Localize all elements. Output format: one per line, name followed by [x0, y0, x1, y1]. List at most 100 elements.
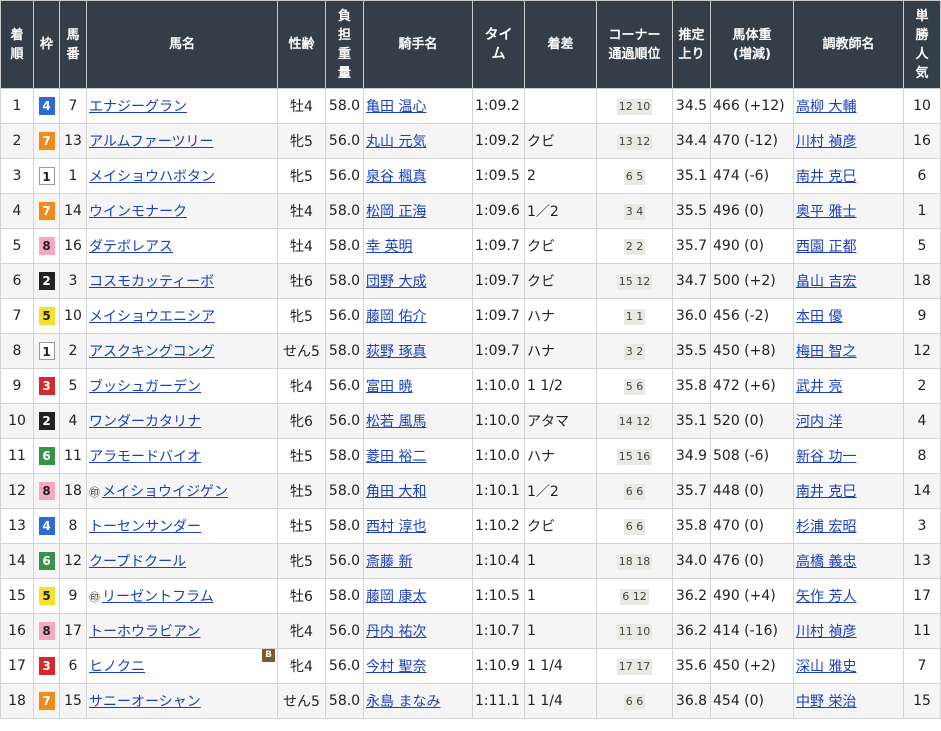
horse-name-link[interactable]: メイショウハボタン — [89, 169, 215, 185]
body-weight-cell: 472 (+6) — [710, 368, 794, 404]
jockey-link[interactable]: 富田 暁 — [366, 379, 412, 395]
weight-cell: 56.0 — [325, 123, 364, 159]
header-jockey: 騎手名 — [363, 0, 473, 89]
waku-badge: 2 — [38, 272, 55, 290]
horse-name-link[interactable]: クープドクール — [89, 554, 186, 570]
jockey-link[interactable]: 角田 大和 — [366, 484, 426, 500]
trainer-link[interactable]: 西園 正都 — [796, 239, 856, 255]
rank-cell: 12 — [0, 473, 34, 509]
jockey-link[interactable]: 亀田 温心 — [366, 99, 426, 115]
jockey-link[interactable]: 今村 聖奈 — [366, 659, 426, 675]
margin-cell: クビ — [524, 508, 597, 544]
horse-name-link[interactable]: アルムファーツリー — [89, 134, 213, 150]
horse-name-cell: メイショウエニシア — [86, 298, 278, 334]
trainer-link[interactable]: 河内 洋 — [796, 414, 842, 430]
trainer-link[interactable]: 武井 亮 — [796, 379, 842, 395]
time-cell: 1:10.4 — [472, 543, 525, 579]
jockey-link[interactable]: 泉谷 楓真 — [366, 169, 426, 185]
rank-cell: 7 — [0, 298, 34, 334]
margin-cell: 1／2 — [524, 193, 597, 229]
trainer-link[interactable]: 矢作 芳人 — [796, 589, 856, 605]
weight-cell: 56.0 — [325, 543, 364, 579]
time-cell: 1:09.7 — [472, 263, 525, 299]
rank-cell: 8 — [0, 333, 34, 369]
waku-badge: 1 — [38, 342, 55, 360]
sex-age-cell: 牝4 — [277, 368, 326, 404]
trainer-link[interactable]: 川村 禎彦 — [796, 624, 856, 640]
trainer-link[interactable]: 川村 禎彦 — [796, 134, 856, 150]
corner-cell: 12 10 — [596, 88, 673, 124]
horse-name-link[interactable]: リーゼントフラム — [102, 589, 214, 605]
jockey-link[interactable]: 丸山 元気 — [366, 134, 426, 150]
horse-name-link[interactable]: アスクキングコング — [89, 344, 215, 360]
jockey-link[interactable]: 荻野 琢真 — [366, 344, 426, 360]
trainer-link[interactable]: 高柳 大輔 — [796, 99, 856, 115]
jockey-link[interactable]: 永島 まなみ — [366, 694, 440, 710]
popularity-cell: 17 — [903, 578, 941, 614]
horse-name-link[interactable]: アラモードバイオ — [89, 449, 201, 465]
corner-order: 12 10 — [616, 98, 653, 115]
horse-name-link[interactable]: メイショウイジゲン — [102, 484, 228, 500]
trainer-link[interactable]: 畠山 吉宏 — [796, 274, 856, 290]
umaban-cell: 1 — [59, 158, 87, 194]
horse-name-link[interactable]: ダテボレアス — [89, 239, 173, 255]
table-row: 12 8 18 ㊞メイショウイジゲン 牡5 58.0 角田 大和 1:10.1 1／2 6 6 35… — [0, 473, 941, 509]
horse-name-link[interactable]: コスモカッティーボ — [89, 274, 214, 290]
jockey-link[interactable]: 菱田 裕二 — [366, 449, 426, 465]
popularity-cell: 2 — [903, 368, 941, 404]
sex-age-cell: 牝4 — [277, 613, 326, 649]
trainer-link[interactable]: 深山 雅史 — [796, 659, 856, 675]
trainer-cell: 畠山 吉宏 — [793, 263, 904, 299]
waku-cell: 6 — [33, 543, 60, 579]
weight-cell: 56.0 — [325, 613, 364, 649]
horse-name-link[interactable]: ワンダーカタリナ — [89, 414, 201, 430]
jockey-link[interactable]: 松岡 正海 — [366, 204, 426, 220]
table-row: 17 3 6 ヒノクニ B 牝4 56.0 今村 聖奈 1:10.9 1 1/4 17 17 35.6… — [0, 648, 941, 684]
jockey-link[interactable]: 丹内 祐次 — [366, 624, 426, 640]
horse-name-link[interactable]: ヒノクニ — [89, 659, 145, 675]
jockey-link[interactable]: 藤岡 佑介 — [366, 309, 426, 325]
header-corner: コーナー通過順位 — [596, 0, 673, 89]
jockey-link[interactable]: 斎藤 新 — [366, 554, 412, 570]
jockey-link[interactable]: 藤岡 康太 — [366, 589, 426, 605]
trainer-link[interactable]: 新谷 功一 — [796, 449, 856, 465]
jockey-link[interactable]: 団野 大成 — [366, 274, 426, 290]
horse-name-link[interactable]: サニーオーシャン — [89, 694, 201, 710]
trainer-link[interactable]: 梅田 智之 — [796, 344, 856, 360]
jockey-link[interactable]: 幸 英明 — [366, 239, 412, 255]
horse-name-cell: メイショウハボタン — [86, 158, 278, 194]
trainer-cell: 川村 禎彦 — [793, 613, 904, 649]
jockey-cell: 団野 大成 — [363, 263, 473, 299]
trainer-link[interactable]: 本田 優 — [796, 309, 842, 325]
trainer-link[interactable]: 高橋 義忠 — [796, 554, 856, 570]
horse-name-cell: ㊞リーゼントフラム — [86, 578, 278, 614]
trainer-cell: 深山 雅史 — [793, 648, 904, 684]
horse-name-link[interactable]: トーセンサンダー — [89, 519, 201, 535]
popularity-cell: 9 — [903, 298, 941, 334]
horse-name-link[interactable]: エナジーグラン — [89, 99, 187, 115]
body-weight-cell: 466 (+12) — [710, 88, 794, 124]
horse-name-link[interactable]: メイショウエニシア — [89, 309, 215, 325]
waku-badge: 8 — [38, 237, 55, 255]
waku-badge: 8 — [38, 482, 55, 500]
trainer-link[interactable]: 奥平 雅士 — [796, 204, 856, 220]
body-weight-cell: 476 (0) — [710, 543, 794, 579]
trainer-link[interactable]: 中野 栄治 — [796, 694, 856, 710]
jockey-link[interactable]: 松若 風馬 — [366, 414, 426, 430]
horse-name-link[interactable]: トーホウラビアン — [89, 624, 200, 640]
trainer-link[interactable]: 南井 克巳 — [796, 484, 856, 500]
sex-age-cell: 牡6 — [277, 263, 326, 299]
rank-cell: 10 — [0, 403, 34, 439]
jockey-link[interactable]: 西村 淳也 — [366, 519, 426, 535]
corner-order: 3 4 — [623, 203, 646, 220]
jockey-cell: 亀田 温心 — [363, 88, 473, 124]
jockey-cell: 斎藤 新 — [363, 543, 473, 579]
last3f-cell: 36.8 — [672, 683, 711, 719]
trainer-link[interactable]: 南井 克巳 — [796, 169, 856, 185]
header-waku: 枠 — [33, 0, 60, 89]
horse-name-link[interactable]: ブッシュガーデン — [89, 379, 201, 395]
jockey-cell: 藤岡 康太 — [363, 578, 473, 614]
trainer-link[interactable]: 杉浦 宏昭 — [796, 519, 856, 535]
horse-name-link[interactable]: ウインモナーク — [89, 204, 187, 220]
last3f-cell: 35.6 — [672, 648, 711, 684]
